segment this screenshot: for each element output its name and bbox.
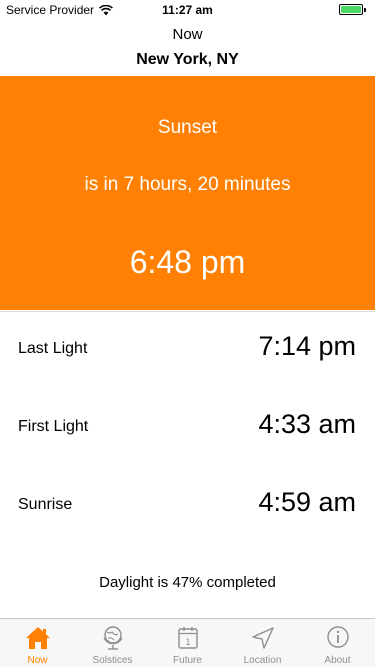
tab-label: Future (173, 655, 202, 666)
tab-now[interactable]: Now (0, 619, 75, 667)
tab-bar: Now Solstices 1 Future Location About (0, 618, 375, 667)
row-value: 4:59 am (258, 487, 356, 517)
sunrise-row: Sunrise 4:59 am (0, 476, 375, 536)
tab-label: Now (27, 655, 48, 666)
tab-solstices[interactable]: Solstices (75, 619, 150, 667)
calendar-badge: 1 (185, 637, 190, 647)
next-event-panel: Sunset is in 7 hours, 20 minutes 6:48 pm (0, 76, 375, 310)
next-event-time: 6:48 pm (129, 244, 246, 280)
tab-location[interactable]: Location (225, 619, 300, 667)
status-bar: Service Provider 11:27 am (0, 0, 375, 20)
tab-label: Solstices (92, 655, 133, 666)
tab-label: About (324, 655, 351, 666)
tab-about[interactable]: About (300, 619, 375, 667)
row-label: First Light (18, 418, 89, 435)
next-event-countdown: is in 7 hours, 20 minutes (84, 174, 291, 195)
page-title: Now (172, 26, 203, 43)
calendar-icon: 1 (177, 627, 198, 649)
next-event-name: Sunset (157, 117, 218, 138)
globe-icon (102, 626, 123, 650)
navigation-bar: Now New York, NY (0, 20, 375, 76)
row-label: Sunrise (18, 496, 73, 513)
location-name: New York, NY (136, 51, 239, 68)
row-value: 4:33 am (258, 409, 356, 439)
tab-future[interactable]: 1 Future (150, 619, 225, 667)
status-time: 11:27 am (162, 3, 213, 17)
info-icon (326, 626, 349, 648)
divider (0, 311, 375, 312)
row-value: 7:14 pm (258, 331, 356, 361)
daylight-progress-text: Daylight is 47% completed (99, 574, 276, 591)
row-label: Last Light (18, 340, 88, 357)
first-light-row: First Light 4:33 am (0, 398, 375, 458)
battery-icon (339, 4, 366, 15)
last-light-row: Last Light 7:14 pm (0, 320, 375, 380)
location-arrow-icon (251, 627, 274, 649)
tab-label: Location (243, 655, 282, 666)
house-icon (25, 627, 50, 649)
